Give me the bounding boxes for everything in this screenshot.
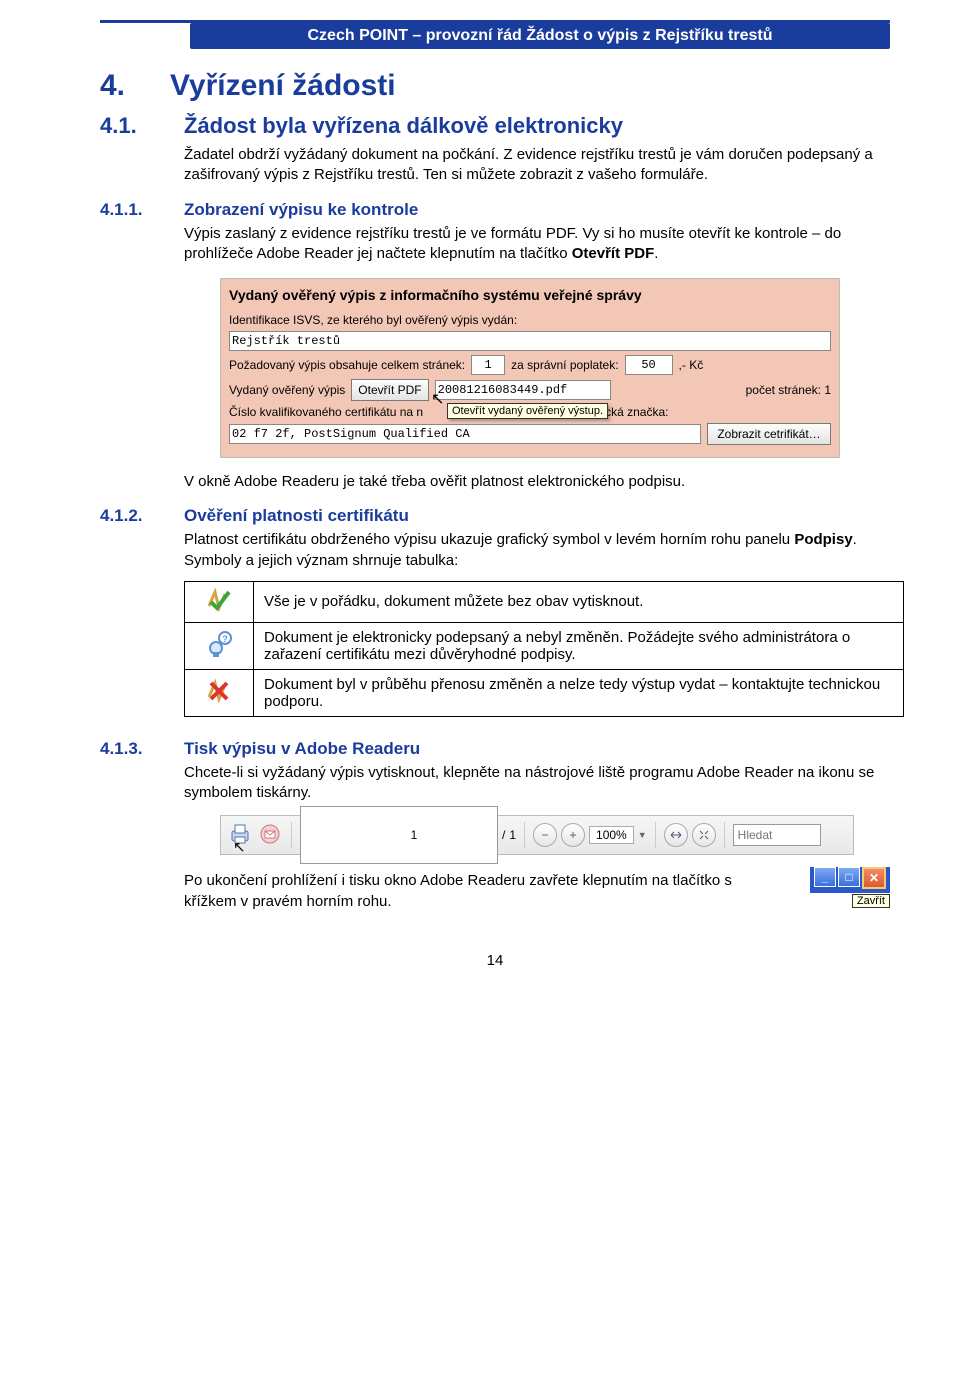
signature-invalid-icon (185, 669, 254, 716)
page-current-field[interactable] (300, 806, 498, 864)
paragraph: Žadatel obdrží vyžádaný dokument na počk… (184, 145, 890, 186)
adobe-toolbar: ↖ / 1 − + 100% ▼ (220, 815, 854, 855)
heading-4-1: 4.1.Žádost byla vyřízena dálkově elektro… (100, 113, 890, 139)
cursor-icon: ↖ (233, 838, 246, 856)
signature-unknown-icon: ? (185, 622, 254, 669)
open-pdf-button[interactable]: Otevřít PDF (351, 379, 428, 401)
label-page-count: počet stránek: 1 (746, 383, 831, 397)
send-mail-icon[interactable] (257, 821, 283, 850)
label-pages: Požadovaný výpis obsahuje celkem stránek… (229, 358, 465, 372)
tooltip-close: Zavřít (852, 894, 890, 908)
label-identification: Identifikace ISVS, ze kterého byl ověřen… (229, 313, 831, 327)
page-header: Czech POINT – provozní řád Žádost o výpi… (190, 23, 890, 49)
maximize-button[interactable]: □ (838, 867, 860, 887)
zoom-in-icon[interactable]: + (561, 823, 585, 847)
page-total: 1 (509, 828, 516, 842)
certificate-symbol-table: Vše je v pořádku, dokument můžete bez ob… (184, 581, 904, 717)
table-cell: Dokument je elektronicky podepsaný a neb… (254, 622, 904, 669)
field-page-count[interactable] (471, 355, 505, 375)
minimize-button[interactable]: _ (814, 867, 836, 887)
paragraph: Po ukončení prohlížení i tisku okno Adob… (184, 871, 744, 912)
heading-4: 4.Vyřízení žádosti (100, 69, 890, 103)
zoom-value[interactable]: 100% (589, 826, 634, 844)
label-issued: Vydaný ověřený výpis (229, 383, 345, 397)
close-button[interactable]: ✕ (862, 867, 886, 889)
cursor-icon: ↖ (431, 389, 444, 409)
fit-width-icon[interactable] (664, 823, 688, 847)
paragraph: V okně Adobe Readeru je také třeba ověři… (184, 472, 890, 492)
table-row: Vše je v pořádku, dokument můžete bez ob… (185, 581, 904, 622)
paragraph: Výpis zaslaný z evidence rejstříku trest… (184, 224, 890, 265)
label-fee-suffix: ,- Kč (679, 358, 704, 372)
window-controls: _ □ ✕ Zavřít (810, 867, 890, 908)
heading-4-1-1: 4.1.1.Zobrazení výpisu ke kontrole (100, 200, 890, 220)
table-row: ? Dokument je elektronicky podepsaný a n… (185, 622, 904, 669)
paragraph: Platnost certifikátu obdrženého výpisu u… (184, 530, 890, 571)
table-cell: Dokument byl v průběhu přenosu změněn a … (254, 669, 904, 716)
table-cell: Vše je v pořádku, dokument můžete bez ob… (254, 581, 904, 622)
fit-page-icon[interactable] (692, 823, 716, 847)
field-certificate[interactable] (229, 424, 701, 444)
page-number: 14 (100, 952, 890, 969)
search-input[interactable] (733, 824, 821, 846)
field-identification[interactable] (229, 331, 831, 351)
zoom-out-icon[interactable]: − (533, 823, 557, 847)
table-row: Dokument byl v průběhu přenosu změněn a … (185, 669, 904, 716)
field-filename[interactable] (435, 380, 611, 400)
field-fee[interactable] (625, 355, 673, 375)
svg-text:?: ? (222, 634, 228, 644)
tooltip-open-output: Otevřít vydaný ověřený výstup. (447, 403, 608, 419)
heading-4-1-2: 4.1.2.Ověření platnosti certifikátu (100, 506, 890, 526)
form-title: Vydaný ověřený výpis z informačního syst… (229, 285, 831, 309)
paragraph: Chcete-li si vyžádaný výpis vytisknout, … (184, 763, 890, 804)
label-certificate: Číslo kvalifikovaného certifikátu na n (229, 405, 423, 419)
chevron-down-icon[interactable]: ▼ (638, 830, 647, 840)
show-certificate-button[interactable]: Zobrazit cetrifikát… (707, 423, 831, 445)
page-separator: / (502, 828, 505, 842)
label-fee: za správní poplatek: (511, 358, 618, 372)
signature-valid-icon (185, 581, 254, 622)
form-screenshot: Vydaný ověřený výpis z informačního syst… (220, 278, 840, 458)
heading-4-1-3: 4.1.3.Tisk výpisu v Adobe Readeru (100, 739, 890, 759)
